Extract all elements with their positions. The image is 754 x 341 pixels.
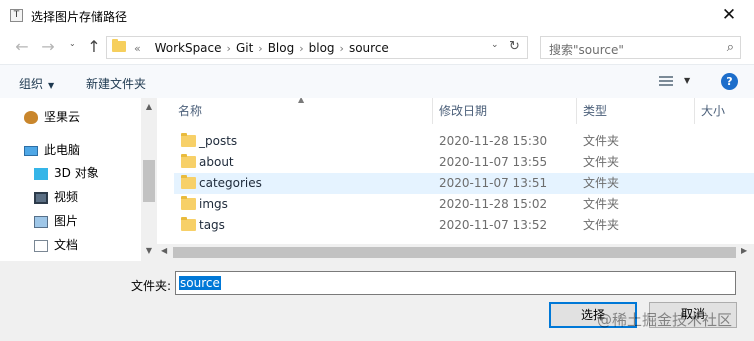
sort-ascending-icon: ▲: [298, 98, 305, 104]
file-date: 2020-11-07 13:55: [439, 155, 548, 169]
sidebar-item-documents[interactable]: 文档: [34, 236, 78, 254]
sidebar-item-videos[interactable]: 视频: [34, 188, 78, 206]
navigation-scrollbar[interactable]: ▲ ▼: [141, 98, 157, 261]
new-folder-button[interactable]: 新建文件夹: [86, 75, 146, 92]
folder-icon: [181, 133, 196, 147]
scroll-down-icon[interactable]: ▼: [141, 246, 157, 255]
back-button[interactable]: ←: [13, 38, 31, 56]
file-list: ▲ 名称 修改日期 类型 大小 _posts 2020-11-28 15:30 …: [157, 98, 754, 261]
folder-field-label: 文件夹:: [131, 279, 172, 293]
table-row[interactable]: tags 2020-11-07 13:52 文件夹: [174, 215, 754, 236]
title-bar: T 选择图片存储路径 ✕: [0, 0, 754, 32]
search-input[interactable]: 搜索"source" ⌕: [540, 36, 741, 59]
video-icon: [34, 191, 48, 204]
chevron-right-icon[interactable]: ›: [253, 42, 267, 55]
file-type: 文件夹: [583, 134, 620, 148]
folder-icon: [112, 39, 126, 52]
breadcrumb-blog-lower[interactable]: blog: [309, 41, 335, 55]
organize-label: 组织: [19, 77, 44, 91]
folder-name-value: source: [179, 276, 221, 290]
file-name: imgs: [199, 197, 228, 211]
horizontal-scrollbar[interactable]: ◀ ▶: [157, 244, 754, 261]
search-placeholder: 搜索"source": [549, 43, 624, 57]
cube-icon: [34, 167, 48, 180]
sidebar-item-label: 此电脑: [44, 143, 81, 157]
sidebar-item-label: 图片: [54, 214, 79, 228]
file-type: 文件夹: [583, 176, 620, 190]
scrollbar-thumb[interactable]: [143, 160, 155, 202]
picture-icon: [34, 215, 48, 228]
refresh-icon[interactable]: ↻: [509, 39, 520, 54]
column-header-type[interactable]: 类型: [577, 98, 607, 124]
scroll-left-icon[interactable]: ◀: [161, 246, 167, 255]
app-icon: T: [10, 9, 23, 22]
up-button[interactable]: ↑: [85, 38, 103, 56]
computer-icon: [24, 145, 38, 156]
watermark: @稀土掘金技术社区: [597, 311, 733, 329]
column-header-date[interactable]: 修改日期: [433, 98, 487, 124]
sidebar-item-jianguoyun[interactable]: 坚果云: [24, 108, 80, 126]
table-row[interactable]: about 2020-11-07 13:55 文件夹: [174, 152, 754, 173]
scrollbar-thumb[interactable]: [173, 247, 736, 258]
folder-icon: [181, 196, 196, 210]
nut-icon: [24, 111, 38, 124]
address-dropdown[interactable]: ⌄: [491, 40, 499, 50]
file-date: 2020-11-28 15:02: [439, 197, 548, 211]
breadcrumb: « WorkSpace › Git › Blog › blog › source: [134, 40, 389, 56]
sidebar-item-this-pc[interactable]: 此电脑: [24, 141, 80, 159]
chevron-right-icon[interactable]: ›: [222, 42, 236, 55]
file-name: tags: [199, 218, 225, 232]
scroll-up-icon[interactable]: ▲: [141, 102, 157, 111]
sidebar-item-pictures[interactable]: 图片: [34, 212, 78, 230]
file-date: 2020-11-28 15:30: [439, 134, 548, 148]
sidebar-item-label: 坚果云: [44, 110, 81, 124]
file-type: 文件夹: [583, 197, 620, 211]
document-icon: [34, 239, 48, 252]
address-bar[interactable]: « WorkSpace › Git › Blog › blog › source ⌄ ↻: [106, 36, 528, 59]
column-header-size[interactable]: 大小: [695, 98, 725, 124]
forward-button[interactable]: →: [39, 38, 57, 56]
dialog-footer: 文件夹: source 选择 取消 @稀土掘金技术社区: [0, 261, 754, 341]
folder-icon: [181, 154, 196, 168]
command-bar: 组织 ▼ 新建文件夹 ▼ ?: [0, 64, 754, 98]
search-icon[interactable]: ⌕: [727, 40, 734, 55]
sidebar-item-label: 文档: [54, 238, 79, 252]
table-row-selected[interactable]: categories 2020-11-07 13:51 文件夹: [174, 173, 754, 194]
help-icon[interactable]: ?: [721, 73, 738, 90]
file-name: about: [199, 155, 234, 169]
folder-name-input[interactable]: source: [175, 271, 736, 295]
file-type: 文件夹: [583, 218, 620, 232]
chevron-right-icon[interactable]: ›: [335, 42, 349, 55]
file-date: 2020-11-07 13:52: [439, 218, 548, 232]
file-date: 2020-11-07 13:51: [439, 176, 548, 190]
breadcrumb-overflow[interactable]: «: [134, 42, 141, 55]
navigation-bar: ← → ⌄ ↑ « WorkSpace › Git › Blog › blog › source…: [0, 32, 754, 64]
chevron-right-icon[interactable]: ›: [294, 42, 308, 55]
breadcrumb-source[interactable]: source: [349, 41, 389, 55]
file-type: 文件夹: [583, 155, 620, 169]
organize-menu[interactable]: 组织 ▼: [19, 75, 54, 92]
close-button[interactable]: ✕: [706, 0, 752, 30]
table-row[interactable]: imgs 2020-11-28 15:02 文件夹: [174, 194, 754, 215]
recent-locations-dropdown[interactable]: ⌄: [69, 39, 76, 48]
folder-icon: [181, 217, 196, 231]
navigation-pane: 坚果云 此电脑 3D 对象 视频 图片 文档: [0, 98, 157, 261]
chevron-down-icon: ▼: [48, 81, 55, 90]
sidebar-item-label: 视频: [54, 190, 79, 204]
breadcrumb-blog[interactable]: Blog: [268, 41, 295, 55]
file-name: _posts: [199, 134, 238, 148]
breadcrumb-workspace[interactable]: WorkSpace: [155, 41, 222, 55]
folder-icon: [181, 175, 196, 189]
chevron-down-icon[interactable]: ▼: [684, 76, 690, 85]
column-header-name[interactable]: 名称: [172, 98, 202, 124]
file-name: categories: [199, 176, 262, 190]
sidebar-item-3d-objects[interactable]: 3D 对象: [34, 164, 99, 182]
scroll-right-icon[interactable]: ▶: [741, 246, 747, 255]
view-options-icon[interactable]: [659, 76, 673, 88]
table-row[interactable]: _posts 2020-11-28 15:30 文件夹: [174, 131, 754, 152]
window-title: 选择图片存储路径: [31, 10, 128, 24]
sidebar-item-label: 3D 对象: [54, 166, 99, 180]
breadcrumb-git[interactable]: Git: [236, 41, 253, 55]
